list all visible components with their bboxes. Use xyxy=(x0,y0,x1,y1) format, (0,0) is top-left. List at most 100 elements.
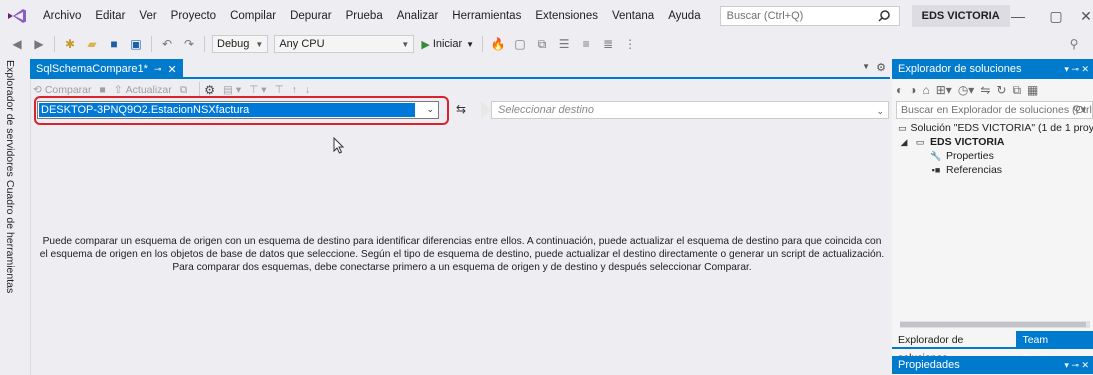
screenshot-icon[interactable]: ▢ xyxy=(512,36,528,52)
next-change-icon[interactable]: ↓ xyxy=(305,84,310,96)
generate-script-icon[interactable]: ⧉ xyxy=(180,84,188,97)
mouse-cursor-icon xyxy=(333,137,345,154)
bookmark-icon[interactable]: ⧉ xyxy=(534,36,550,52)
menu-item-editar[interactable]: Editar xyxy=(88,0,132,32)
open-folder-icon[interactable]: ▰ xyxy=(84,36,100,52)
new-item-icon[interactable]: ✱ xyxy=(62,36,78,52)
menu-item-ventana[interactable]: Ventana xyxy=(605,0,661,32)
back-icon[interactable]: ◐ xyxy=(896,83,903,97)
switch-views-icon[interactable]: ⊞▾ xyxy=(936,83,952,97)
save-icon[interactable]: ■ xyxy=(106,36,122,52)
refresh-icon[interactable]: ↻ xyxy=(996,83,1006,97)
close-button[interactable]: ✕ xyxy=(1066,0,1093,32)
tree-item-label: EDS VICTORIA xyxy=(930,136,1005,148)
menu-bar: Archivo Editar Ver Proyecto Compilar Depurar P… xyxy=(36,0,708,32)
tree-item-solution[interactable]: ▭ Solución "EDS VICTORIA" (1 de 1 proyec… xyxy=(896,121,1093,135)
tab-solution-explorer[interactable]: Explorador de soluciones xyxy=(892,331,1017,364)
menu-item-compilar[interactable]: Compilar xyxy=(223,0,283,32)
filter-options-icon[interactable]: ⊤ xyxy=(274,84,283,96)
menu-item-extensiones[interactable]: Extensiones xyxy=(528,0,605,32)
filter-icon[interactable]: ⊤ ▾ xyxy=(249,84,266,96)
hot-reload-icon[interactable]: 🔥 xyxy=(490,36,506,52)
save-all-icon[interactable]: ▣ xyxy=(128,36,144,52)
gear-icon[interactable]: ⚙ xyxy=(876,61,886,74)
solution-explorer-search-input[interactable]: Buscar en Explorador de soluciones (Ctrl… xyxy=(896,101,1093,119)
close-icon[interactable]: ✕ xyxy=(167,63,176,76)
tab-list-dropdown-icon[interactable]: ▼ xyxy=(862,62,870,71)
start-button[interactable]: ▶ Iniciar ▼ xyxy=(421,38,474,51)
search-icon xyxy=(878,10,890,22)
configuration-select[interactable]: Debug ▼ xyxy=(212,35,269,53)
solution-explorer-search-placeholder: Buscar en Explorador de soluciones (Ctrl xyxy=(901,104,1092,116)
panel-controls-icon[interactable]: ▾ ⊸ ✕ xyxy=(1064,356,1089,374)
tab-sql-schema-compare[interactable]: SqlSchemaCompare1* ⊸ ✕ xyxy=(30,59,183,79)
show-all-files-icon[interactable]: ▦ xyxy=(1027,83,1038,97)
document-tab-strip: SqlSchemaCompare1* ⊸ ✕ ▼ ⚙ xyxy=(30,59,890,79)
toolbar-separator xyxy=(482,36,484,52)
properties-title-bar: Propiedades ▾ ⊸ ✕ xyxy=(892,356,1093,374)
search-input[interactable]: Buscar (Ctrl+Q) xyxy=(719,6,900,26)
format-icon[interactable]: ☰ xyxy=(556,36,572,52)
forward-icon[interactable]: ◑ xyxy=(909,83,916,97)
menu-item-proyecto[interactable]: Proyecto xyxy=(164,0,223,32)
tab-server-explorer[interactable]: Explorador de servidores xyxy=(4,60,16,177)
tree-item-project[interactable]: ◢ ▭ EDS VICTORIA xyxy=(896,135,1093,149)
configuration-value: Debug xyxy=(217,38,250,50)
solution-name-badge: EDS VICTORIA xyxy=(911,5,1010,27)
home-icon[interactable]: ⌂ xyxy=(923,83,930,97)
solution-explorer-tab-strip: Explorador de soluciones Team Explorer xyxy=(892,331,1093,364)
previous-change-icon[interactable]: ↑ xyxy=(292,84,297,96)
minimize-button[interactable]: — xyxy=(998,0,1038,32)
update-button[interactable]: ⇧ Actualizar xyxy=(114,84,172,96)
target-schema-select[interactable]: Seleccionar destino ⌄ xyxy=(491,101,889,119)
toolbar-separator xyxy=(151,36,152,52)
group-results-icon[interactable]: ▤ ▾ xyxy=(223,84,241,96)
main-toolbar: ◀ ▶ ✱ ▰ ■ ▣ ↶ ↷ Debug ▼ Any CPU ▼ ▶ Inicia… xyxy=(0,32,1093,56)
expander-icon[interactable]: ◢ xyxy=(898,135,910,149)
options-gear-icon[interactable]: ⚙ xyxy=(204,83,215,97)
menu-item-ver[interactable]: Ver xyxy=(132,0,163,32)
sync-icon[interactable]: ⇋ xyxy=(980,83,990,97)
panel-controls-icon[interactable]: ▾ ⊸ ✕ xyxy=(1064,59,1089,79)
target-schema-placeholder: Seleccionar destino xyxy=(498,104,595,116)
forward-icon[interactable]: ▶ xyxy=(31,36,47,52)
tree-item-properties[interactable]: 🔧 Properties xyxy=(896,149,1093,163)
uncomment-icon[interactable]: ≣ xyxy=(600,36,616,52)
pending-changes-icon[interactable]: ◷▾ xyxy=(958,83,975,97)
compare-icon: ⟲ xyxy=(33,84,42,96)
platform-select[interactable]: Any CPU ▼ xyxy=(274,35,415,53)
menu-item-analizar[interactable]: Analizar xyxy=(390,0,446,32)
tab-toolbox[interactable]: Cuadro de herramientas xyxy=(4,180,16,293)
comment-icon[interactable]: ≡ xyxy=(578,36,594,52)
chevron-down-icon: ▼ xyxy=(466,39,475,49)
compare-button[interactable]: ⟲ Comparar xyxy=(33,84,92,96)
menu-item-ayuda[interactable]: Ayuda xyxy=(661,0,707,32)
toolbar-more-icon[interactable]: ⋮ xyxy=(622,36,638,52)
update-icon: ⇧ xyxy=(113,84,123,96)
properties-title: Propiedades xyxy=(898,359,960,371)
menu-item-prueba[interactable]: Prueba xyxy=(339,0,390,32)
tab-title: SqlSchemaCompare1* xyxy=(36,63,148,75)
update-label: Actualizar xyxy=(125,84,172,96)
menu-item-herramientas[interactable]: Herramientas xyxy=(445,0,528,32)
tab-team-explorer[interactable]: Team Explorer xyxy=(1016,331,1093,364)
tree-item-references[interactable]: ▪■ Referencias xyxy=(896,163,1093,177)
menu-item-depurar[interactable]: Depurar xyxy=(283,0,339,32)
menu-item-archivo[interactable]: Archivo xyxy=(36,0,88,32)
search-placeholder: Buscar (Ctrl+Q) xyxy=(726,10,804,22)
chevron-down-icon: ▼ xyxy=(255,39,264,49)
redo-icon[interactable]: ↷ xyxy=(181,36,197,52)
visual-studio-logo-icon xyxy=(8,9,26,23)
horizontal-scrollbar[interactable] xyxy=(900,321,1090,328)
title-bar: Archivo Editar Ver Proyecto Compilar Depurar P… xyxy=(0,0,1093,32)
play-icon: ▶ xyxy=(421,38,430,51)
pin-icon[interactable]: ⊸ xyxy=(154,64,162,75)
undo-icon[interactable]: ↶ xyxy=(159,36,175,52)
live-share-icon[interactable]: ⚲ xyxy=(1066,36,1082,52)
swap-source-target-icon[interactable]: ⇆ xyxy=(456,102,466,116)
toolbar-separator xyxy=(54,36,55,52)
scrollbar-thumb[interactable] xyxy=(900,322,1086,327)
back-icon[interactable]: ◀ xyxy=(9,36,25,52)
stop-icon[interactable]: ■ xyxy=(100,84,106,96)
collapse-all-icon[interactable]: ⧉ xyxy=(1012,83,1021,98)
